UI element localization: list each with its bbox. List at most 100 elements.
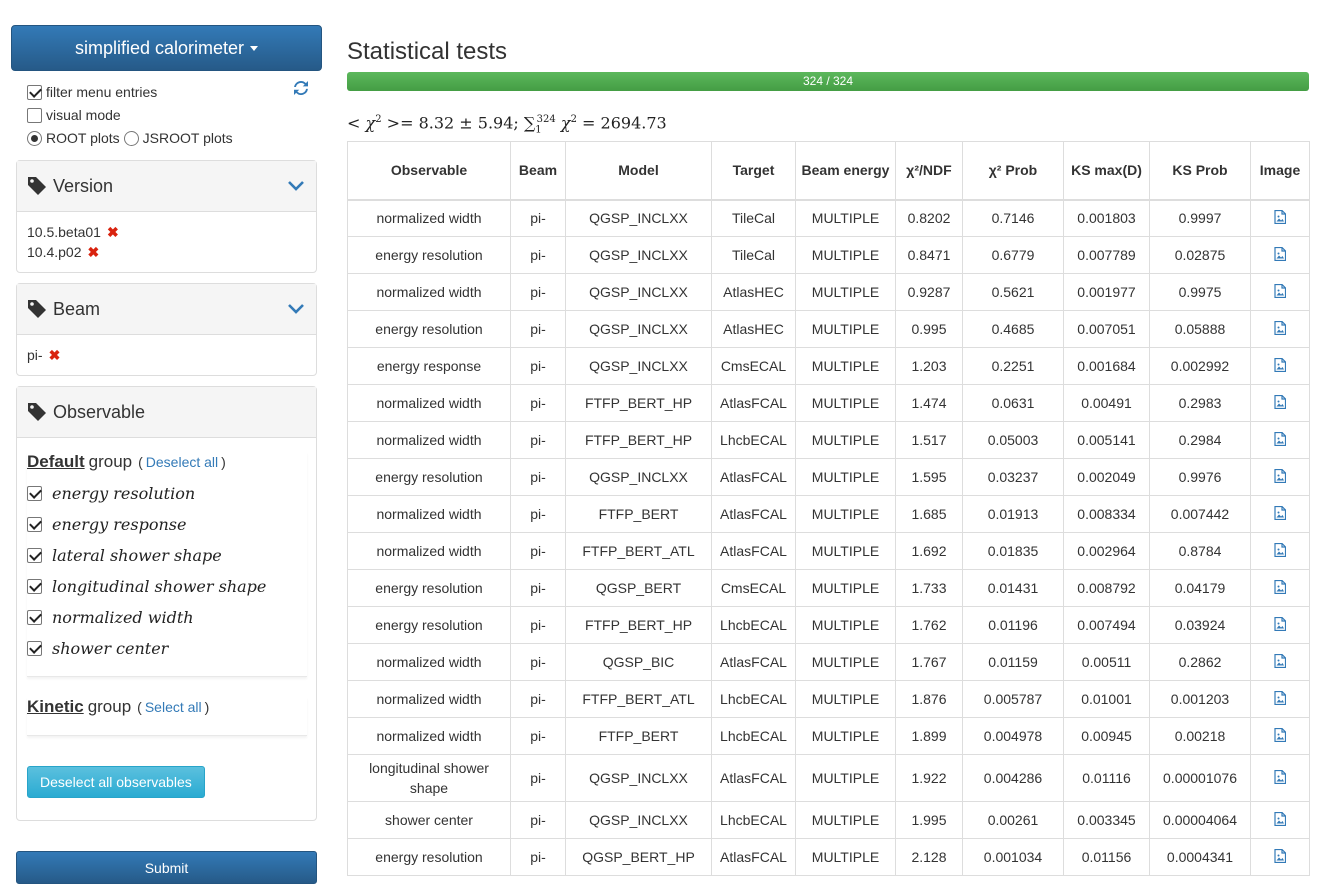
observable-checkbox[interactable] <box>27 579 42 594</box>
refresh-icon[interactable] <box>294 79 308 102</box>
observable-panel-body: Default group ( Deselect all ) energy re… <box>17 438 316 820</box>
image-file-icon[interactable] <box>1274 394 1287 412</box>
image-file-icon[interactable] <box>1274 727 1287 745</box>
observable-panel: Observable Default group ( Deselect all … <box>16 386 317 821</box>
cell-target: AtlasFCAL <box>711 643 796 681</box>
cell-target: AtlasFCAL <box>711 754 796 802</box>
cell-chi2-prob: 0.0631 <box>962 384 1064 422</box>
cell-beam: pi- <box>510 532 566 570</box>
cell-beam-energy: MULTIPLE <box>795 384 896 422</box>
cell-beam: pi- <box>510 838 566 876</box>
image-file-icon[interactable] <box>1274 357 1287 375</box>
observable-label: lateral shower shape <box>52 546 222 565</box>
table-row: energy resolution pi- QGSP_INCLXX AtlasHEC M… <box>347 310 1310 348</box>
remove-icon[interactable]: ✖ <box>49 347 61 364</box>
header-observable[interactable]: Observable <box>347 141 511 201</box>
version-panel-heading[interactable]: Version <box>17 161 316 212</box>
header-beam[interactable]: Beam <box>510 141 566 201</box>
image-file-icon[interactable] <box>1274 811 1287 829</box>
kinetic-group-title: Kinetic group ( Select all ) <box>27 697 307 723</box>
config-dropdown-button[interactable]: simplified calorimeter <box>11 25 322 71</box>
observable-item: shower center <box>27 633 307 664</box>
cell-ks-prob: 0.0004341 <box>1149 838 1251 876</box>
image-file-icon[interactable] <box>1274 848 1287 866</box>
deselect-all-link[interactable]: Deselect all <box>146 454 218 470</box>
cell-ks-max: 0.008334 <box>1063 495 1150 533</box>
cell-target: AtlasHEC <box>711 273 796 311</box>
remove-icon[interactable]: ✖ <box>107 224 119 241</box>
cell-target: LhcbECAL <box>711 801 796 839</box>
cell-observable: normalized width <box>347 273 511 311</box>
filter-menu-checkbox[interactable] <box>27 85 42 100</box>
observable-checkbox[interactable] <box>27 486 42 501</box>
image-file-icon[interactable] <box>1274 769 1287 789</box>
cell-model: FTFP_BERT_HP <box>565 421 712 459</box>
formula-lhs-open: < <box>347 113 361 133</box>
image-file-icon[interactable] <box>1274 542 1287 560</box>
observable-checkbox[interactable] <box>27 517 42 532</box>
beam-panel-heading[interactable]: Beam <box>17 284 316 335</box>
header-ks-max[interactable]: KS max(D) <box>1063 141 1150 201</box>
cell-observable: normalized width <box>347 495 511 533</box>
cell-observable: normalized width <box>347 643 511 681</box>
image-file-icon[interactable] <box>1274 690 1287 708</box>
observable-panel-title: Observable <box>53 401 146 422</box>
cell-chi2-prob: 0.01196 <box>962 606 1064 644</box>
image-file-icon[interactable] <box>1274 320 1287 338</box>
cell-model: QGSP_INCLXX <box>565 458 712 496</box>
header-image[interactable]: Image <box>1250 141 1310 201</box>
visual-mode-checkbox[interactable] <box>27 108 42 123</box>
header-target[interactable]: Target <box>711 141 796 201</box>
header-ks-prob[interactable]: KS Prob <box>1149 141 1251 201</box>
cell-beam-energy: MULTIPLE <box>795 532 896 570</box>
chevron-down-icon[interactable] <box>288 304 304 314</box>
cell-ks-prob: 0.9975 <box>1149 273 1251 311</box>
deselect-all-observables-button[interactable]: Deselect all observables <box>27 766 205 798</box>
cell-beam-energy: MULTIPLE <box>795 717 896 755</box>
image-file-icon[interactable] <box>1274 616 1287 634</box>
cell-chi2-prob: 0.00261 <box>962 801 1064 839</box>
cell-ks-max: 0.01116 <box>1063 754 1150 802</box>
root-plots-radio[interactable] <box>27 131 42 146</box>
cell-target: LhcbECAL <box>711 606 796 644</box>
cell-ks-prob: 0.2983 <box>1149 384 1251 422</box>
cell-image <box>1250 458 1310 496</box>
image-file-icon[interactable] <box>1274 579 1287 597</box>
image-file-icon[interactable] <box>1274 210 1287 227</box>
table-row: energy resolution pi- QGSP_INCLXX TileCal MU… <box>347 236 1310 274</box>
cell-target: TileCal <box>711 236 796 274</box>
header-model[interactable]: Model <box>565 141 712 201</box>
image-file-icon[interactable] <box>1274 505 1287 523</box>
chevron-down-icon[interactable] <box>288 181 304 191</box>
cell-chi2-ndf: 0.9287 <box>895 273 963 311</box>
submit-button[interactable]: Submit <box>16 851 317 884</box>
observable-checkbox[interactable] <box>27 610 42 625</box>
image-file-icon[interactable] <box>1274 468 1287 486</box>
image-file-icon[interactable] <box>1274 653 1287 671</box>
cell-model: FTFP_BERT_ATL <box>565 532 712 570</box>
root-plots-label: ROOT plots <box>46 130 120 146</box>
table-row: normalized width pi- FTFP_BERT_ATL AtlasFCA… <box>347 532 1310 570</box>
image-file-icon[interactable] <box>1274 246 1287 264</box>
header-chi2-prob[interactable]: χ² Prob <box>962 141 1064 201</box>
table-row: normalized width pi- FTFP_BERT AtlasFCAL MUL… <box>347 495 1310 533</box>
observable-checkbox[interactable] <box>27 641 42 656</box>
cell-beam: pi- <box>510 495 566 533</box>
cell-model: QGSP_INCLXX <box>565 347 712 385</box>
cell-target: CmsECAL <box>711 569 796 607</box>
paren-open: ( <box>137 699 142 715</box>
image-file-icon[interactable] <box>1274 431 1287 449</box>
cell-observable: longitudinal shower shape <box>347 754 511 802</box>
select-all-link[interactable]: Select all <box>145 699 202 715</box>
cell-observable: normalized width <box>347 532 511 570</box>
jsroot-plots-radio[interactable] <box>123 131 139 146</box>
header-chi2-ndf[interactable]: χ²/NDF <box>895 141 963 201</box>
image-file-icon[interactable] <box>1274 283 1287 301</box>
cell-chi2-ndf: 1.876 <box>895 680 963 718</box>
remove-icon[interactable]: ✖ <box>88 244 100 261</box>
header-beam-energy[interactable]: Beam energy <box>795 141 896 201</box>
observable-checkbox[interactable] <box>27 548 42 563</box>
cell-ks-max: 0.01156 <box>1063 838 1150 876</box>
table-row: normalized width pi- FTFP_BERT_ATL LhcbECAL… <box>347 680 1310 718</box>
cell-model: QGSP_INCLXX <box>565 801 712 839</box>
